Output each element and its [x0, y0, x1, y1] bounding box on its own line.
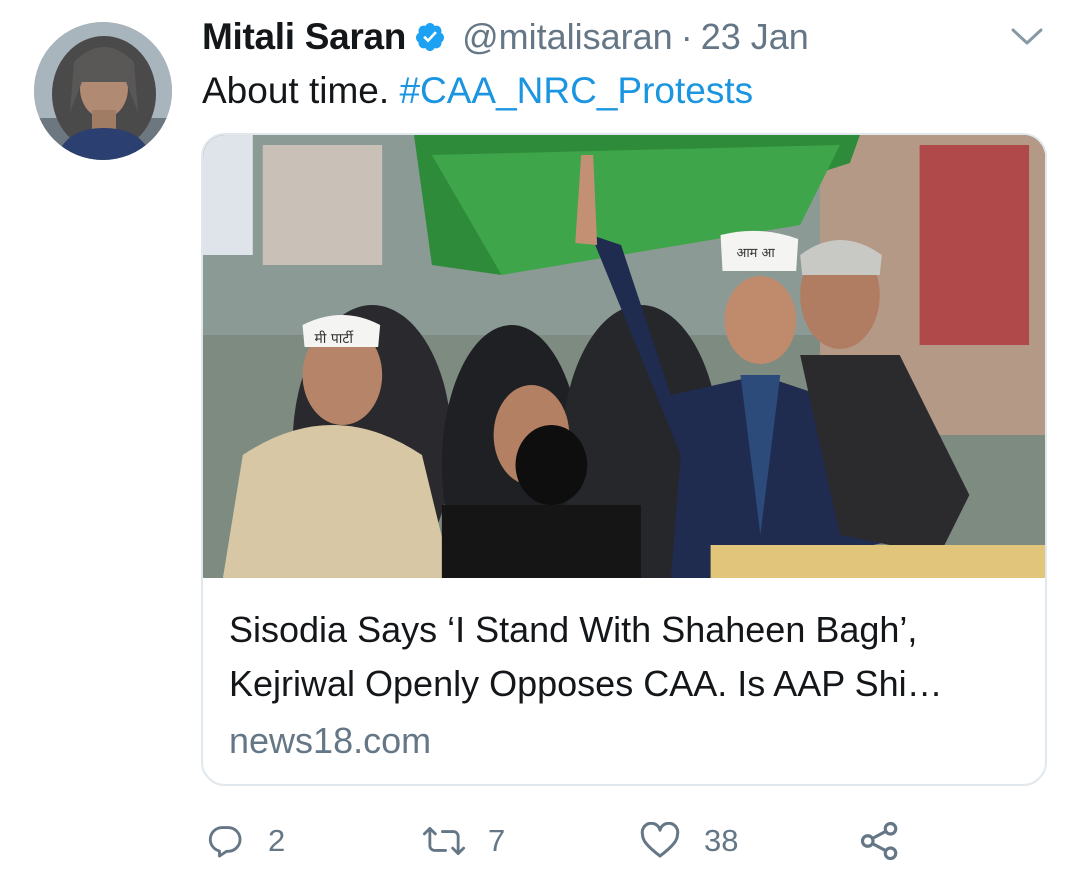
cap-text-left: मी पार्टी — [314, 330, 354, 347]
card-domain: news18.com — [229, 720, 432, 761]
author-name[interactable]: Mitali Saran — [202, 16, 406, 58]
cap-text-right: आम आ — [736, 246, 775, 261]
avatar-image — [34, 22, 172, 160]
hashtag-link[interactable]: #CAA_NRC_Protests — [399, 70, 753, 111]
verified-badge-icon — [416, 23, 445, 51]
share-icon — [860, 821, 898, 861]
card-title-line-2: Kejriwal Openly Opposes CAA. Is AAP Shi… — [229, 663, 943, 704]
retweet-icon — [422, 827, 466, 855]
avatar[interactable] — [34, 22, 172, 160]
card-title: Sisodia Says ‘I Stand With Shaheen Bagh’… — [229, 603, 1029, 711]
separator-dot: · — [680, 16, 693, 57]
like-button[interactable]: 38 — [640, 818, 738, 864]
retweet-button[interactable]: 7 — [422, 818, 505, 864]
heart-icon — [640, 822, 680, 858]
retweet-count: 7 — [488, 823, 506, 858]
reply-icon — [208, 826, 242, 858]
tweet-text: About time. #CAA_NRC_Protests — [202, 68, 753, 114]
card-image: मी पार्टी आम आ — [203, 135, 1045, 578]
reply-button[interactable]: 2 — [206, 818, 285, 864]
like-count: 38 — [704, 823, 739, 858]
author-handle[interactable]: @mitalisaran — [462, 16, 673, 58]
chevron-down-icon[interactable] — [1010, 26, 1044, 48]
tweet-text-plain: About time. — [202, 70, 390, 111]
card-title-line-1: Sisodia Says ‘I Stand With Shaheen Bagh’… — [229, 609, 918, 650]
tweet-header: Mitali Saran @mitalisaran · 23 Jan — [202, 14, 809, 60]
link-card[interactable]: मी पार्टी आम आ Sisodia Says ‘I Stand Wit… — [201, 133, 1047, 786]
share-button[interactable] — [858, 818, 902, 864]
action-bar: 2 7 38 — [0, 818, 1080, 864]
tweet-date[interactable]: 23 Jan — [701, 16, 809, 58]
reply-count: 2 — [268, 823, 286, 858]
